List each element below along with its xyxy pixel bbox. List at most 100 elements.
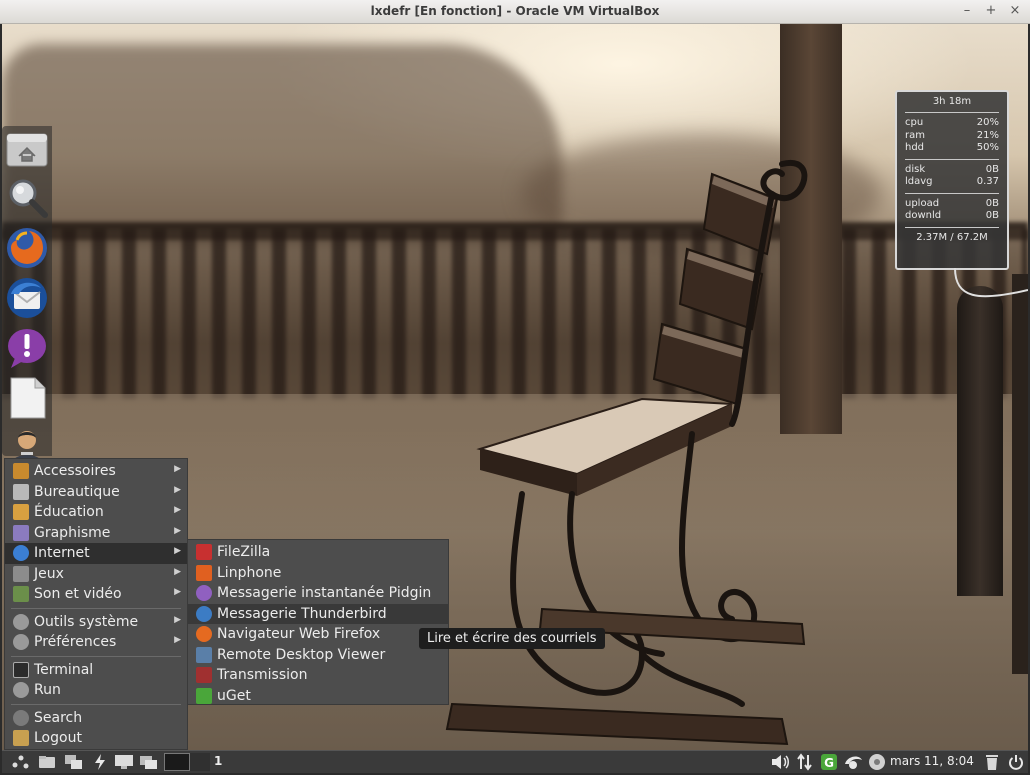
menu-item-terminal[interactable]: Terminal	[5, 660, 187, 681]
submenu-item-thunderbird[interactable]: Messagerie Thunderbird	[188, 603, 448, 624]
workspace-pager[interactable]	[190, 753, 210, 771]
stat-value: 20%	[976, 117, 999, 128]
background-post	[957, 286, 1003, 596]
menu-item-label: Run	[34, 682, 61, 699]
menu-separator	[11, 607, 181, 609]
menu-item-logout[interactable]: Logout	[5, 728, 187, 749]
graphics-icon	[13, 524, 29, 541]
pidgin-icon[interactable]	[5, 326, 49, 370]
divider	[905, 226, 999, 228]
office-icon	[13, 483, 29, 500]
menu-item-label: Accessoires	[34, 463, 116, 480]
firefox-icon[interactable]	[5, 226, 49, 270]
power-icon[interactable]	[1006, 753, 1026, 771]
background-post-edge	[1012, 274, 1028, 674]
stat-value: 0B	[985, 210, 999, 221]
multimedia-icon	[13, 586, 29, 603]
close-button[interactable]: ×	[1008, 3, 1022, 18]
submenu-arrow-icon: ▶	[174, 635, 181, 645]
menu-item-search[interactable]: Search	[5, 708, 187, 729]
windows-stack-icon[interactable]	[138, 753, 160, 771]
submenu-item-label: Remote Desktop Viewer	[217, 646, 386, 663]
network-transfer-icon[interactable]	[794, 753, 816, 771]
minimize-button[interactable]: –	[960, 3, 974, 18]
volume-icon[interactable]	[768, 753, 792, 771]
menu-item-label: Internet	[34, 545, 90, 562]
window-titlebar[interactable]: lxdefr [En fonction] - Oracle VM Virtual…	[0, 0, 1030, 24]
menu-item-label: Logout	[34, 730, 82, 747]
uget-tray-icon[interactable]: G	[818, 753, 840, 771]
submenu-item-pidgin[interactable]: Messagerie instantanée Pidgin	[188, 583, 448, 604]
thunderbird-icon[interactable]	[5, 276, 49, 320]
magnifier-icon[interactable]	[5, 176, 49, 220]
document-icon[interactable]	[5, 376, 49, 420]
submenu-arrow-icon: ▶	[174, 566, 181, 577]
education-icon	[13, 504, 29, 521]
workspace-pager-active[interactable]	[164, 753, 190, 771]
terminal-icon	[13, 661, 29, 678]
menu-item-label: Terminal	[34, 661, 94, 678]
menu-item-run[interactable]: Run	[5, 680, 187, 701]
menu-item-outils-systeme[interactable]: Outils système ▶	[5, 612, 187, 633]
filezilla-icon	[196, 544, 212, 561]
menu-item-graphisme[interactable]: Graphisme ▶	[5, 523, 187, 544]
maximize-button[interactable]: +	[984, 3, 998, 18]
uget-icon	[196, 687, 212, 704]
logout-icon	[13, 730, 29, 747]
stat-label: hdd	[905, 142, 925, 153]
submenu-arrow-icon: ▶	[174, 546, 181, 556]
window-list-icon[interactable]	[62, 753, 86, 771]
transmission-icon	[196, 667, 212, 684]
submenu-item-label: FileZilla	[217, 544, 271, 561]
submenu-item-label: Linphone	[217, 564, 282, 581]
settings-tray-icon[interactable]	[866, 753, 888, 771]
search-icon	[13, 709, 29, 726]
left-dock	[2, 126, 52, 464]
uptime-value: 3h 18m	[905, 96, 999, 113]
menu-item-label: Préférences	[34, 634, 117, 651]
stat-label: cpu	[905, 117, 924, 128]
submenu-item-firefox[interactable]: Navigateur Web Firefox	[188, 624, 448, 645]
submenu-item-filezilla[interactable]: FileZilla	[188, 542, 448, 563]
submenu-item-uget[interactable]: uGet	[188, 686, 448, 707]
home-folder-icon[interactable]	[5, 128, 49, 172]
stat-label: downld	[905, 210, 942, 221]
submenu-item-transmission[interactable]: Transmission	[188, 665, 448, 686]
submenu-item-label: Navigateur Web Firefox	[217, 626, 381, 643]
menu-item-label: Outils système	[34, 613, 139, 630]
submenu-item-linphone[interactable]: Linphone	[188, 563, 448, 584]
stat-row: disk 0B	[905, 164, 999, 177]
submenu-arrow-icon: ▶	[174, 464, 181, 474]
desktop-monitor-icon[interactable]	[112, 753, 136, 771]
submenu-item-remote-desktop-viewer[interactable]: Remote Desktop Viewer	[188, 645, 448, 666]
stat-label: upload	[905, 197, 940, 209]
menu-item-jeux[interactable]: Jeux ▶	[5, 564, 187, 585]
system-tools-icon	[13, 613, 29, 630]
pidgin-icon	[196, 585, 212, 602]
stat-value: 0B	[985, 197, 999, 209]
stat-row: upload 0B	[905, 198, 999, 211]
clock[interactable]: mars 11, 8:04	[890, 754, 974, 768]
menu-item-preferences[interactable]: Préférences ▶	[5, 632, 187, 653]
stat-value: 0.37	[976, 176, 999, 187]
thunderbird-tray-icon[interactable]	[842, 753, 864, 771]
menu-item-label: Graphisme	[34, 524, 111, 541]
menu-item-label: Son et vidéo	[34, 586, 122, 603]
svg-text:G: G	[824, 756, 834, 770]
menu-item-education[interactable]: Éducation ▶	[5, 502, 187, 523]
menu-item-son-et-video[interactable]: Son et vidéo ▶	[5, 584, 187, 605]
menu-item-label: Bureautique	[34, 483, 120, 500]
menu-launcher-icon[interactable]	[8, 753, 32, 771]
menu-separator	[11, 655, 181, 657]
internet-submenu: FileZilla Linphone Messagerie instantané…	[187, 539, 449, 705]
trash-icon[interactable]	[982, 753, 1002, 771]
workspace-number[interactable]: 1	[214, 754, 222, 768]
menu-item-internet[interactable]: Internet ▶	[5, 543, 187, 564]
menu-item-bureautique[interactable]: Bureautique ▶	[5, 482, 187, 503]
window-title: lxdefr [En fonction] - Oracle VM Virtual…	[370, 4, 660, 18]
submenu-arrow-icon: ▶	[174, 484, 181, 495]
divider	[905, 192, 999, 194]
menu-item-accessoires[interactable]: Accessoires ▶	[5, 461, 187, 482]
folder-icon[interactable]	[36, 753, 58, 771]
lightning-icon[interactable]	[90, 753, 110, 771]
